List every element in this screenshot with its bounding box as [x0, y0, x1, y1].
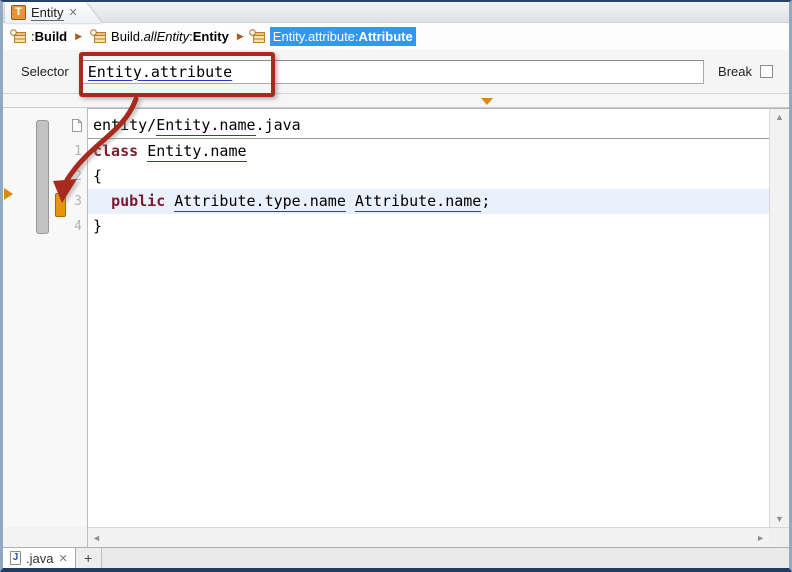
selector-input[interactable] [81, 60, 704, 84]
code-header-line: entity/Entity.name.java [88, 113, 769, 139]
scrollbar-corner [769, 527, 789, 547]
splitter-sash [3, 94, 789, 108]
breadcrumb-arrow-icon: ▶ [236, 31, 245, 42]
code-line-3-highlighted: public Attribute.type.name Attribute.nam… [88, 189, 769, 214]
breadcrumb: :Build ▶ Build.allEntity:Entity ▶ Entity… [3, 23, 789, 50]
breadcrumb-label: Build.allEntity:Entity [111, 29, 229, 44]
breadcrumb-label: Entity.attribute:Attribute [273, 29, 413, 44]
placeholder-link[interactable]: Entity.name [156, 116, 255, 136]
breadcrumb-item-build[interactable]: :Build [7, 27, 70, 46]
tab-java[interactable]: J .java ✕ [3, 548, 76, 568]
class-icon [10, 29, 27, 44]
breadcrumb-item-allentity[interactable]: Build.allEntity:Entity [87, 27, 232, 46]
horizontal-scrollbar[interactable]: ◄ ► [88, 527, 769, 547]
scroll-left-icon[interactable]: ◄ [92, 530, 101, 546]
line-number: 1 [71, 139, 82, 164]
gutter-drag-bar[interactable] [36, 120, 49, 234]
code-line-4: } [88, 214, 769, 239]
gutter-pointer-icon[interactable] [4, 188, 13, 200]
line-number: 3 [71, 189, 82, 214]
line-number: 4 [71, 214, 82, 239]
scroll-right-icon[interactable]: ► [756, 530, 765, 546]
breadcrumb-item-attribute-selected[interactable]: Entity.attribute:Attribute [270, 27, 416, 46]
close-icon[interactable]: ✕ [58, 552, 67, 565]
code-line-2: { [88, 164, 769, 189]
class-icon [90, 29, 107, 44]
placeholder-link[interactable]: Attribute.type.name [174, 192, 346, 212]
breadcrumb-arrow-icon: ▶ [74, 31, 83, 42]
selector-label: Selector [21, 64, 69, 79]
line-marker[interactable] [55, 193, 66, 217]
tab-java-label: .java [26, 551, 53, 566]
break-label: Break [718, 64, 752, 79]
selector-row: Selector Break [3, 50, 789, 94]
tab-title: Entity [31, 5, 64, 21]
placeholder-link[interactable]: Entity.name [147, 142, 246, 162]
add-tab-button[interactable]: + [76, 548, 102, 568]
placeholder-link[interactable]: Attribute.name [355, 192, 481, 212]
line-number: 2 [71, 164, 82, 189]
gutter-bottom-spacer [3, 527, 88, 547]
class-icon [249, 29, 266, 44]
breadcrumb-label: :Build [31, 29, 67, 44]
code-line-1: class Entity.name [88, 139, 769, 164]
file-icon [71, 113, 82, 139]
close-icon[interactable]: ✕ [69, 6, 78, 19]
line-numbers: 1 2 3 4 [71, 113, 82, 239]
vertical-scrollbar[interactable]: ▲ ▼ [769, 108, 789, 527]
java-file-icon: J [10, 551, 21, 565]
tab-entity[interactable]: T Entity ✕ [5, 2, 102, 23]
break-checkbox[interactable] [760, 65, 773, 78]
editor-gutter: 1 2 3 4 [3, 108, 88, 527]
scroll-up-icon[interactable]: ▲ [775, 109, 784, 125]
editor-tab-bar: T Entity ✕ [3, 2, 789, 23]
template-editor-window: T Entity ✕ :Build ▶ Build.allEntity:Enti… [0, 0, 792, 572]
collapse-handle-icon[interactable] [481, 98, 493, 105]
template-icon: T [11, 5, 26, 20]
code-editor[interactable]: entity/Entity.name.java class Entity.nam… [88, 108, 769, 527]
bottom-tab-bar: J .java ✕ + [3, 547, 789, 568]
scroll-down-icon[interactable]: ▼ [775, 511, 784, 527]
